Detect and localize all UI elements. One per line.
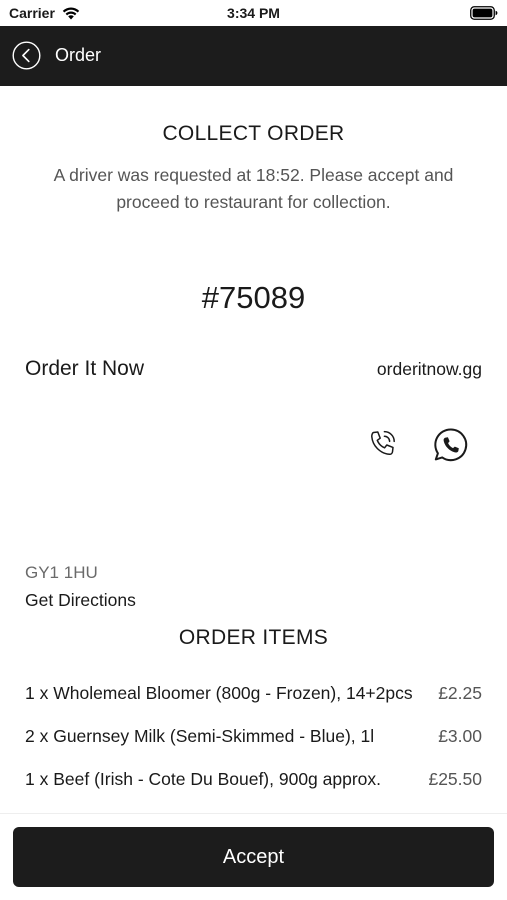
restaurant-postcode: GY1 1HU xyxy=(25,563,98,582)
order-item: 1 x Wholemeal Bloomer (800g - Frozen), 1… xyxy=(25,683,482,709)
order-number: #75089 xyxy=(201,280,306,315)
nav-title: Order xyxy=(55,45,102,65)
status-bar: Carrier 3:34 PM xyxy=(0,0,507,26)
restaurant-name: Order It Now xyxy=(25,357,145,380)
whatsapp-icon[interactable] xyxy=(432,426,470,464)
order-item-price: £2.25 xyxy=(438,683,482,703)
phone-icon[interactable] xyxy=(364,426,400,462)
status-time: 3:34 PM xyxy=(227,5,280,21)
collect-order-message: A driver was requested at 18:52. Please … xyxy=(53,165,454,212)
nav-bar: Order xyxy=(0,26,507,86)
order-item-description: 1 x Wholemeal Bloomer (800g - Frozen), 1… xyxy=(25,683,413,703)
back-button-icon[interactable] xyxy=(12,41,41,70)
order-item: 2 x Guernsey Milk (Semi-Skimmed - Blue),… xyxy=(25,726,482,752)
order-items-heading: ORDER ITEMS xyxy=(178,626,329,649)
order-item-description: 1 x Beef (Irish - Cote Du Bouef), 900g a… xyxy=(25,769,382,789)
order-item-description: 2 x Guernsey Milk (Semi-Skimmed - Blue),… xyxy=(25,726,375,746)
collect-order-heading: COLLECT ORDER xyxy=(162,122,345,145)
order-item-price: £25.50 xyxy=(428,769,482,789)
battery-icon xyxy=(470,6,498,20)
accept-button[interactable]: Accept xyxy=(13,827,494,887)
restaurant-website-link[interactable]: orderitnow.gg xyxy=(377,359,482,380)
order-item-price: £3.00 xyxy=(438,726,482,746)
footer-divider xyxy=(0,813,507,814)
order-item: 1 x Beef (Irish - Cote Du Bouef), 900g a… xyxy=(25,769,482,795)
get-directions-link[interactable]: Get Directions xyxy=(25,590,136,611)
